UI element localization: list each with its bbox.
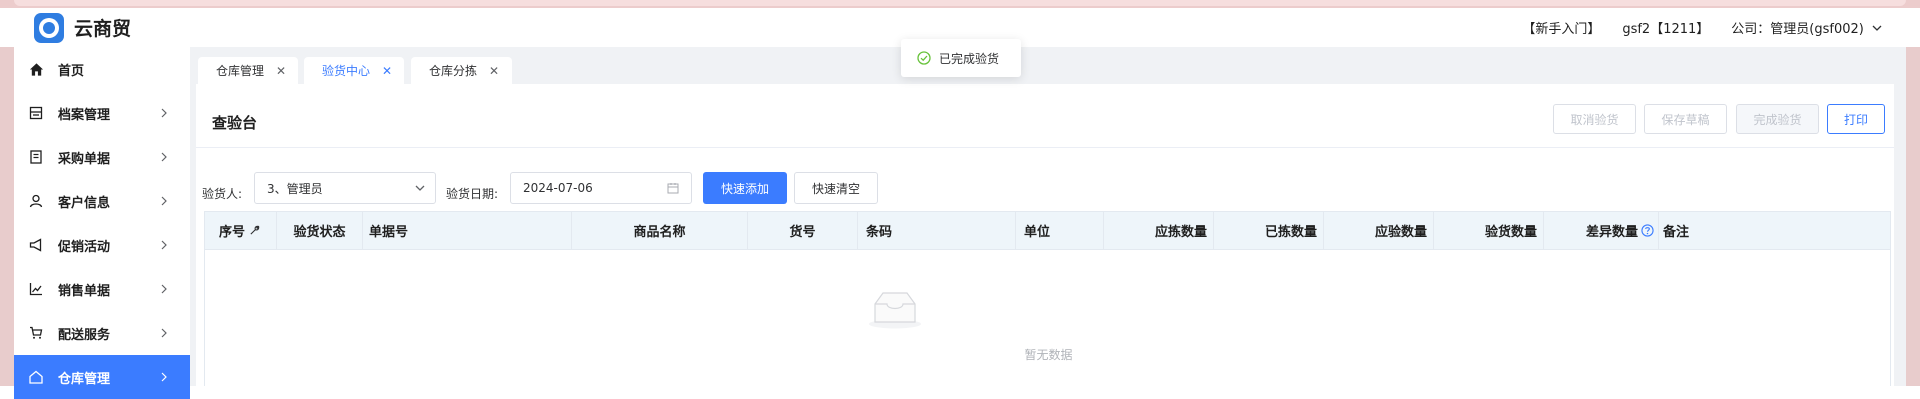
purchase-doc-icon	[28, 149, 44, 165]
chevron-down-icon	[1872, 25, 1882, 31]
app-logo	[34, 13, 64, 43]
main-content: 仓库管理 ✕ 验货中心 ✕ 仓库分拣 ✕ 查验台 取消验货 保存草稿 完成验货 …	[190, 47, 1906, 386]
cancel-inspection-button[interactable]: 取消验货	[1553, 104, 1636, 134]
sidebar-item-purchase[interactable]: 采购单据	[14, 135, 190, 179]
help-icon[interactable]	[1641, 224, 1654, 237]
quick-clear-button[interactable]: 快速清空	[794, 172, 878, 204]
chevron-right-icon	[161, 152, 167, 162]
empty-text: 暂无数据	[1024, 348, 1073, 362]
column-header-product-name[interactable]: 商品名称	[572, 212, 748, 249]
guide-link[interactable]: 【新手入门】	[1522, 18, 1600, 37]
column-header-inspect-qty[interactable]: 验货数量	[1434, 212, 1544, 249]
column-header-unit[interactable]: 单位	[1016, 212, 1104, 249]
chevron-right-icon	[161, 196, 167, 206]
sidebar-item-label: 档案管理	[58, 107, 111, 123]
wrench-icon[interactable]	[249, 225, 260, 236]
sidebar-item-label: 首页	[58, 63, 85, 79]
window-top-strip-inner	[14, 0, 1906, 6]
tab-label: 验货中心	[322, 64, 371, 78]
sidebar-item-delivery[interactable]: 配送服务	[14, 311, 190, 355]
check-circle-icon	[917, 51, 931, 65]
sidebar: 首页 档案管理 采购单据 客户信息 促销活动 销售单据 配送服务 仓库管理	[14, 47, 190, 399]
chevron-right-icon	[161, 240, 167, 250]
close-icon[interactable]: ✕	[382, 64, 392, 78]
sidebar-item-customer[interactable]: 客户信息	[14, 179, 190, 223]
user-icon	[28, 193, 44, 209]
divider	[196, 147, 1894, 148]
inspector-value: 3、管理员	[267, 181, 323, 196]
date-label: 验货日期:	[446, 187, 499, 201]
brand-name: 云商贸	[74, 18, 132, 40]
chart-line-icon	[28, 281, 44, 297]
table-body: 暂无数据	[204, 250, 1891, 386]
column-header-diff-qty[interactable]: 差异数量	[1544, 212, 1659, 249]
column-header-status[interactable]: 验货状态	[277, 212, 363, 249]
chevron-right-icon	[161, 108, 167, 118]
sidebar-item-warehouse[interactable]: 仓库管理	[14, 355, 190, 399]
column-header-item-no[interactable]: 货号	[748, 212, 858, 249]
toast-message: 已完成验货	[939, 51, 1000, 66]
chevron-right-icon	[161, 284, 167, 294]
left-frame	[0, 47, 14, 386]
sidebar-item-home[interactable]: 首页	[14, 47, 190, 91]
column-header-index[interactable]: 序号	[205, 212, 277, 249]
window-top-strip	[0, 0, 1920, 8]
quick-add-button[interactable]: 快速添加	[703, 172, 787, 204]
sidebar-item-archive[interactable]: 档案管理	[14, 91, 190, 135]
user-info: gsf2【1211】	[1622, 22, 1710, 37]
warehouse-icon	[28, 369, 44, 385]
sidebar-item-label: 促销活动	[58, 239, 111, 255]
save-draft-button[interactable]: 保存草稿	[1644, 104, 1727, 134]
megaphone-icon	[28, 237, 44, 253]
archive-icon	[28, 105, 44, 121]
column-header-inspect-qty-expected[interactable]: 应验数量	[1324, 212, 1434, 249]
tab-inspection-center[interactable]: 验货中心 ✕	[304, 57, 404, 84]
tab-label: 仓库分拣	[429, 64, 478, 78]
sidebar-item-promotion[interactable]: 促销活动	[14, 223, 190, 267]
sidebar-item-label: 配送服务	[58, 327, 111, 343]
chevron-down-icon	[415, 185, 425, 191]
close-icon[interactable]: ✕	[276, 64, 286, 78]
home-icon	[28, 61, 44, 77]
inspector-label: 验货人:	[202, 187, 243, 201]
inspector-select[interactable]: 3、管理员	[254, 172, 436, 204]
column-header-barcode[interactable]: 条码	[858, 212, 1016, 249]
complete-inspection-button[interactable]: 完成验货	[1736, 104, 1819, 134]
sidebar-item-label: 客户信息	[58, 195, 111, 211]
date-picker[interactable]: 2024-07-06	[510, 172, 692, 204]
company-label: 公司：管理员(gsf002)	[1731, 22, 1864, 37]
tab-label: 仓库管理	[216, 64, 265, 78]
panel-title: 查验台	[212, 114, 258, 132]
column-label: 序号	[219, 225, 246, 240]
column-label: 差异数量	[1585, 225, 1638, 240]
empty-box-icon	[869, 292, 921, 329]
chevron-right-icon	[161, 372, 167, 382]
tab-warehouse-sorting[interactable]: 仓库分拣 ✕	[411, 57, 512, 84]
column-header-picked-qty-expected[interactable]: 应拣数量	[1104, 212, 1214, 249]
chevron-right-icon	[161, 328, 167, 338]
header-right: 【新手入门】 gsf2【1211】 公司：管理员(gsf002)	[1522, 18, 1882, 37]
date-value: 2024-07-06	[523, 181, 593, 195]
logo-mark	[39, 18, 59, 38]
sidebar-item-label: 采购单据	[58, 151, 111, 167]
calendar-icon	[667, 183, 679, 194]
inspection-panel: 查验台 取消验货 保存草稿 完成验货 打印 验货人: 3、管理员 验货日期: 2…	[196, 84, 1894, 386]
success-toast: 已完成验货	[901, 39, 1021, 77]
close-icon[interactable]: ✕	[489, 64, 499, 78]
table-header: 序号 验货状态 单据号 商品名称 货号 条码 单位 应拣数量 已拣数量 应验数量…	[204, 211, 1891, 250]
column-header-doc-no[interactable]: 单据号	[363, 212, 572, 249]
column-header-picked-qty[interactable]: 已拣数量	[1214, 212, 1324, 249]
sidebar-item-label: 销售单据	[58, 283, 111, 299]
company-dropdown[interactable]: 公司：管理员(gsf002)	[1731, 18, 1882, 37]
sidebar-item-sales[interactable]: 销售单据	[14, 267, 190, 311]
right-frame	[1906, 47, 1920, 386]
cart-icon	[28, 325, 44, 341]
sidebar-item-label: 仓库管理	[58, 371, 111, 387]
print-button[interactable]: 打印	[1827, 104, 1885, 134]
column-header-remark[interactable]: 备注	[1659, 212, 1890, 249]
tab-warehouse-management[interactable]: 仓库管理 ✕	[198, 57, 298, 84]
